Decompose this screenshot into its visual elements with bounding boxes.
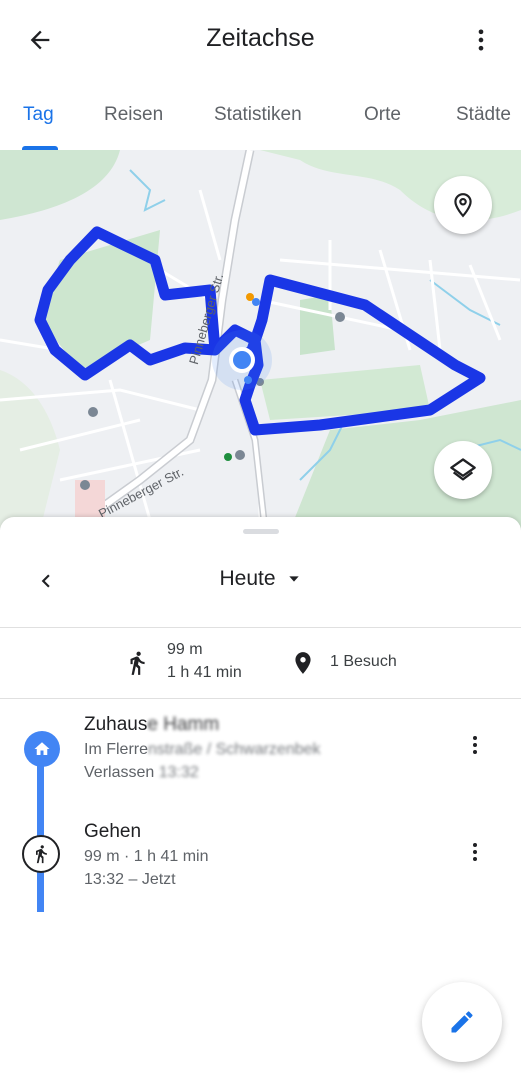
more-options-button[interactable] [463,22,499,58]
layers-icon [450,458,476,481]
tab-bar: Tag Reisen Statistiken Orte Städte [0,80,521,150]
place-address: Im Flerrenstraße / Schwarzenbek [84,741,321,758]
place-name: Zuhause Hamm [84,714,220,735]
activity-name: Gehen [84,821,142,842]
walking-icon [130,651,145,675]
bottom-sheet: Heute 99 m 1 h 41 min 1 Besuch Zuhause H… [0,517,521,1080]
tab-reisen[interactable]: Reisen [104,104,163,126]
drag-handle[interactable] [243,529,279,534]
edit-button[interactable] [422,982,502,1062]
more-vert-icon [478,29,484,51]
place-marker-icon [454,193,472,218]
app-bar: Zeitachse [0,0,521,80]
entry-menu-button[interactable] [462,730,488,760]
tab-orte[interactable]: Orte [364,104,401,126]
day-summary: 99 m 1 h 41 min 1 Besuch [0,628,521,698]
location-button[interactable] [434,176,492,234]
walk-duration: 1 h 41 min [167,664,242,681]
page-title: Zeitachse [206,24,315,52]
tab-staedte[interactable]: Städte [456,104,511,126]
place-departure-time: Verlassen 13:32 [84,764,199,781]
day-navigation: Heute [0,557,521,605]
walk-distance: 99 m [167,641,203,658]
tab-tag[interactable]: Tag [23,104,54,126]
timeline-entry-walk[interactable]: Gehen 99 m · 1 h 41 min 13:32 – Jetzt [0,821,521,891]
caret-down-icon [288,576,299,582]
more-vert-icon [473,843,477,861]
edit-pencil-icon [451,1011,473,1033]
entry-menu-button[interactable] [462,837,488,867]
more-vert-icon [473,736,477,754]
visit-count: 1 Besuch [330,653,397,670]
activity-stats: 99 m · 1 h 41 min [84,848,209,865]
place-marker-icon [295,652,311,674]
timeline-entry-home[interactable]: Zuhause Hamm Im Flerrenstraße / Schwarze… [0,714,521,784]
date-picker[interactable]: Heute [0,567,521,591]
divider [0,698,521,699]
layers-button[interactable] [434,441,492,499]
tab-statistiken[interactable]: Statistiken [214,104,302,126]
activity-time-range: 13:32 – Jetzt [84,871,176,888]
map-view[interactable]: Pinneberger Str. Pinneberger Str. [0,150,521,530]
date-label: Heute [219,567,276,590]
